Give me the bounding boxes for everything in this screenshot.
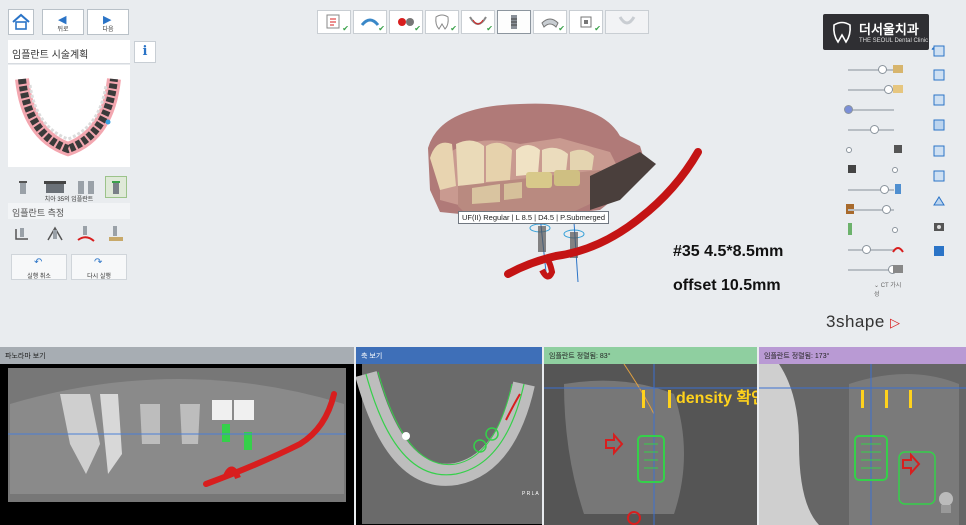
brand-logo: 3shape ▷: [826, 312, 901, 331]
step-patient-info[interactable]: ✔: [317, 10, 351, 34]
arrow-right-icon: ▶: [103, 14, 112, 26]
3d-viewport[interactable]: UF(II) Regular | L 8.5 | D4.5 | P.Submer…: [0, 40, 966, 345]
implant-aligned-173-view[interactable]: 임플란트 정렬됨: 173°: [759, 347, 966, 525]
axial-view[interactable]: 축 보기 P R L A: [356, 347, 542, 525]
step-implant-planning[interactable]: [497, 10, 531, 34]
back-button[interactable]: ◀ 뒤로: [42, 9, 84, 35]
step-guide-design[interactable]: ✔: [533, 10, 567, 34]
pane-header: 임플란트 정렬됨: 173°: [759, 347, 966, 364]
pane-header: 축 보기: [356, 347, 542, 364]
step-alignment[interactable]: ✔: [389, 10, 423, 34]
3d-model-render: [428, 103, 702, 283]
axial-ct-image: [356, 364, 542, 524]
step-tooth-setup[interactable]: ✔: [425, 10, 459, 34]
implant-offset-annotation: offset 10.5mm: [673, 277, 781, 294]
home-button[interactable]: [8, 9, 34, 35]
head-orientation-icon[interactable]: [935, 489, 957, 517]
pane-header: 임플란트 정렬됨: 83°: [544, 347, 757, 364]
step-scan-import[interactable]: ✔: [353, 10, 387, 34]
step-complete-icon: ✔: [486, 24, 493, 33]
implant-size-annotation: #35 4.5*8.5mm: [673, 243, 784, 260]
panorama-ct-image: [8, 368, 346, 502]
home-icon: [12, 13, 30, 30]
density-note: density 확인: [676, 390, 757, 407]
step-export[interactable]: [605, 10, 649, 34]
step-complete-icon: ✔: [558, 24, 565, 33]
step-nerve[interactable]: ✔: [461, 10, 495, 34]
step-sleeve[interactable]: ✔: [569, 10, 603, 34]
brand-triangle-icon: ▷: [890, 315, 901, 330]
panorama-view[interactable]: 파노라마 보기: [0, 347, 354, 525]
implant-aligned-83-view[interactable]: 임플란트 정렬됨: 83° density 확인: [544, 347, 757, 525]
step-complete-icon: ✔: [414, 24, 421, 33]
implant-icon: [511, 15, 517, 29]
export-icon: [618, 16, 636, 25]
arrow-left-icon: ◀: [58, 14, 67, 26]
step-complete-icon: ✔: [594, 24, 601, 33]
implant-spec-label: UF(II) Regular | L 8.5 | D4.5 | P.Submer…: [458, 211, 609, 224]
orientation-cube[interactable]: P R L A: [522, 491, 539, 497]
workflow-step-bar: ✔ ✔ ✔ ✔ ✔ ✔ ✔: [317, 10, 649, 34]
step-complete-icon: ✔: [378, 24, 385, 33]
next-button[interactable]: ▶ 다음: [87, 9, 129, 35]
step-complete-icon: ✔: [450, 24, 457, 33]
step-complete-icon: ✔: [342, 24, 349, 33]
pane-header: 파노라마 보기: [0, 347, 354, 364]
